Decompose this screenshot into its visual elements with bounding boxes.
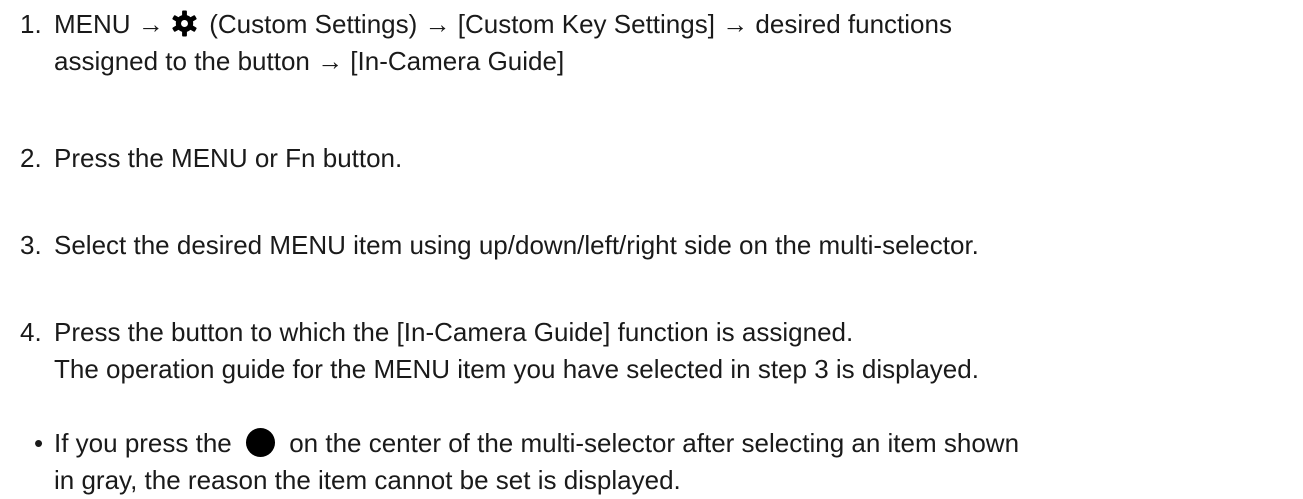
gear-icon (172, 10, 197, 37)
center-button-icon (245, 427, 276, 458)
step-number: 2. (20, 143, 42, 173)
note-text-end: on the center of the multi-selector afte… (281, 428, 1020, 458)
menu-path-start: MENU → (54, 9, 171, 39)
bullet-icon: • (34, 428, 44, 458)
note-line: If you press the on the center of the mu… (54, 425, 1294, 462)
step-number: 1. (20, 9, 42, 39)
note-line: in gray, the reason the item cannot be s… (54, 465, 681, 495)
note-text-start: If you press the (54, 428, 239, 458)
step-line: Press the button to which the [In-Camera… (54, 317, 854, 347)
step-number: 3. (20, 230, 42, 260)
instruction-document: 1. MENU → (Custom Settings) → [Custom Ke… (0, 0, 1303, 495)
step-body: Press the button to which the [In-Camera… (54, 314, 1294, 388)
step-line: MENU → (Custom Settings) → [Custom Key S… (54, 6, 1294, 43)
menu-path-end: (Custom Settings) → [Custom Key Settings… (202, 9, 952, 39)
step-line: assigned to the button → [In-Camera Guid… (54, 46, 565, 76)
step-line: Press the MENU or Fn button. (54, 143, 403, 173)
step-line: Select the desired MENU item using up/do… (54, 230, 979, 260)
note-item: If you press the on the center of the mu… (54, 425, 1294, 499)
step-number: 4. (20, 317, 42, 347)
step-body: MENU → (Custom Settings) → [Custom Key S… (54, 6, 1294, 80)
step-body: Press the MENU or Fn button. (54, 140, 1294, 177)
step-line: The operation guide for the MENU item yo… (54, 354, 979, 384)
step-body: Select the desired MENU item using up/do… (54, 227, 1294, 264)
